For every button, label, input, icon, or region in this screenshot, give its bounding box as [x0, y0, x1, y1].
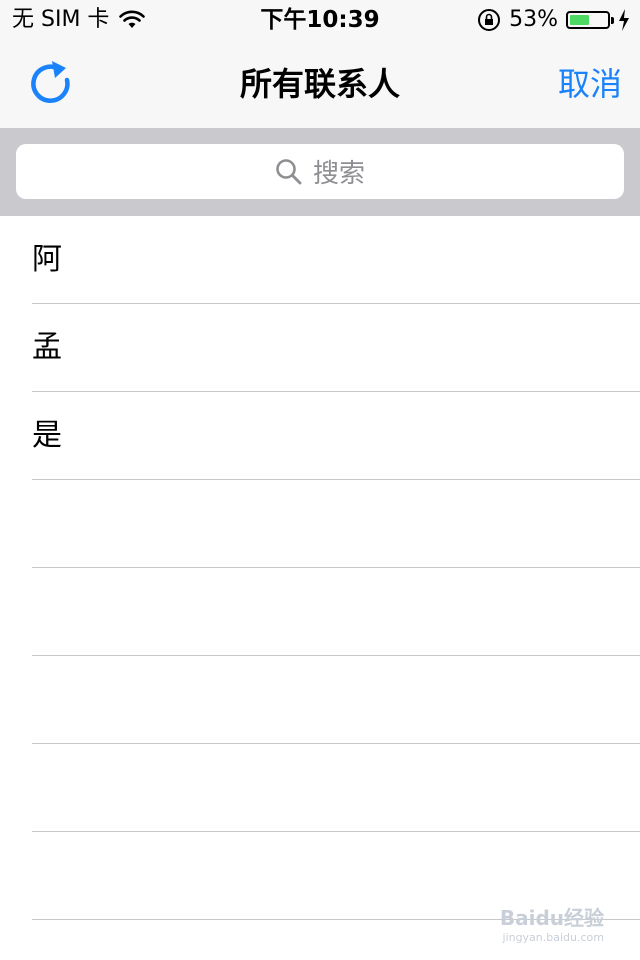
search-placeholder: 搜索: [312, 159, 365, 189]
watermark-url: jingyan.baidu.com: [502, 931, 604, 944]
orientation-lock-icon: [478, 9, 501, 31]
page-title: 所有联系人: [239, 65, 400, 103]
search-icon: [276, 158, 302, 184]
contact-name: 阿: [32, 242, 62, 277]
list-item[interactable]: [32, 656, 640, 744]
list-item[interactable]: [32, 744, 640, 832]
cancel-button[interactable]: 取消: [558, 40, 622, 128]
charging-bolt-icon: [619, 9, 629, 31]
search-input[interactable]: 搜索: [16, 144, 624, 199]
list-item[interactable]: [32, 568, 640, 656]
contact-name: 孟: [32, 330, 62, 365]
search-bar-container: 搜索: [0, 128, 640, 216]
contact-name: 是: [32, 418, 62, 453]
list-item[interactable]: 孟: [32, 304, 640, 392]
list-item[interactable]: 阿: [32, 216, 640, 304]
status-bar: 无 SIM 卡 下午10:39 53%: [0, 0, 640, 40]
list-item[interactable]: 是: [32, 392, 640, 480]
watermark: Baidu经验 jingyan.baidu.com: [500, 902, 604, 944]
battery-percent: 53%: [509, 7, 558, 32]
status-right: 53%: [477, 0, 630, 40]
list-item[interactable]: [32, 480, 640, 568]
battery-level-fill: [570, 15, 590, 25]
watermark-brand: Baidu经验: [499, 906, 604, 930]
battery-icon: [566, 11, 614, 29]
contact-list: 阿 孟 是: [0, 216, 640, 920]
navigation-bar: 所有联系人 取消: [0, 40, 640, 128]
